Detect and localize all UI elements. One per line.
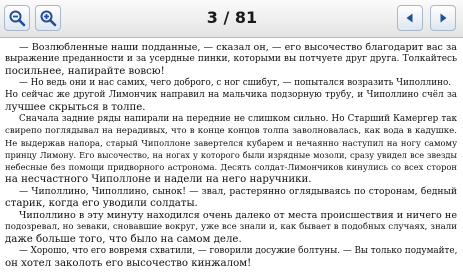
reader-toolbar: 3 / 81 <box>0 0 463 38</box>
page-counter: 3 / 81 <box>206 8 258 27</box>
previous-page-button[interactable] <box>397 5 423 31</box>
zoom-in-button[interactable] <box>35 5 61 31</box>
chevron-right-icon <box>440 13 447 23</box>
book-page-text: — Возлюбленные наши подданные, — сказал … <box>0 40 463 278</box>
zoom-out-button[interactable] <box>4 5 30 31</box>
zoom-out-icon <box>9 10 26 27</box>
zoom-in-icon <box>40 10 57 27</box>
text-line: он хотел заколоть его высочество кинжало… <box>5 258 252 269</box>
chevron-left-icon <box>406 13 413 23</box>
next-page-button[interactable] <box>430 5 456 31</box>
